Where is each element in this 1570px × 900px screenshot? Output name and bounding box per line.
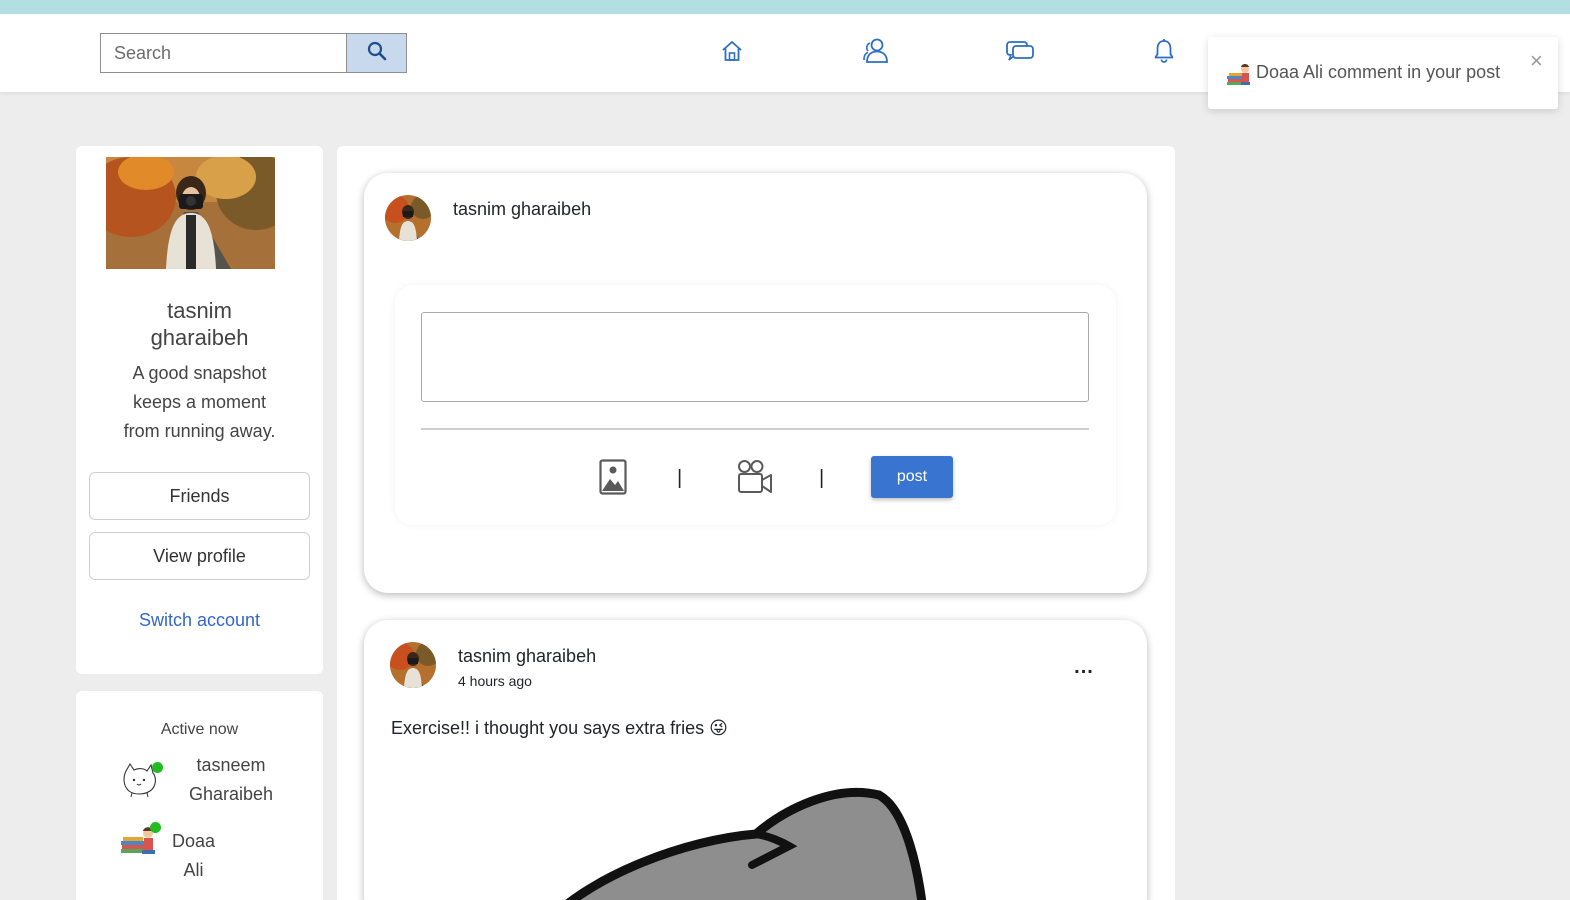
feed-post: tasnim gharaibeh 4 hours ago ... Exercis… — [364, 620, 1147, 900]
post-image[interactable] — [364, 770, 1147, 900]
view-profile-button[interactable]: View profile — [89, 532, 310, 580]
separator: | — [819, 467, 825, 489]
image-icon[interactable] — [599, 459, 627, 500]
top-color-strip — [0, 0, 1570, 14]
post-author-name[interactable]: tasnim gharaibeh — [458, 646, 596, 667]
friends-nav-button[interactable] — [859, 36, 893, 70]
post-composer: | | post — [395, 285, 1116, 525]
online-indicator — [152, 762, 163, 773]
profile-photo — [106, 157, 275, 269]
post-text: Exercise!! i thought you says extra frie… — [391, 718, 728, 738]
home-icon — [719, 38, 745, 69]
post-button[interactable]: post — [871, 456, 953, 498]
search-bar — [100, 33, 407, 73]
messages-nav-button[interactable] — [1003, 36, 1037, 70]
profile-card: tasnim gharaibeh A good snapshot keeps a… — [76, 146, 323, 674]
active-user-name: Doaa Ali — [172, 831, 216, 880]
video-camera-icon[interactable] — [737, 459, 773, 500]
separator: | — [677, 467, 683, 489]
search-button[interactable] — [346, 33, 407, 73]
create-post-card: tasnim gharaibeh | | post — [364, 173, 1147, 593]
post-text-input[interactable] — [421, 312, 1089, 402]
post-options-icon[interactable]: ... — [1064, 652, 1104, 682]
home-nav-button[interactable] — [715, 36, 749, 70]
notification-toast[interactable]: Doaa Ali comment in your post × — [1208, 37, 1558, 109]
profile-bio: A good snapshot keeps a moment from runn… — [123, 363, 276, 441]
friends-button[interactable]: Friends — [89, 472, 310, 520]
post-author-avatar[interactable] — [390, 642, 436, 688]
notification-text: Doaa Ali comment in your post — [1256, 62, 1501, 82]
notifications-nav-button[interactable] — [1147, 36, 1181, 70]
profile-name: tasnim gharaibeh — [150, 298, 249, 350]
author-avatar — [385, 195, 431, 241]
switch-account-link[interactable]: Switch account — [76, 610, 323, 631]
create-post-author: tasnim gharaibeh — [453, 199, 592, 219]
friends-icon — [861, 36, 891, 71]
post-timestamp: 4 hours ago — [458, 673, 532, 689]
composer-divider — [421, 428, 1089, 430]
bell-icon — [1152, 38, 1176, 69]
search-icon — [367, 41, 387, 66]
active-user-name: tasneem Gharaibeh — [188, 755, 274, 804]
active-now-title: Active now — [160, 721, 239, 738]
books-avatar-icon — [1226, 62, 1252, 86]
active-now-card: Active now tasneem Gharaibeh Doaa Ali — [76, 691, 323, 900]
messages-icon — [1005, 38, 1035, 69]
search-input[interactable] — [100, 33, 347, 73]
online-indicator — [150, 822, 161, 833]
close-icon[interactable]: × — [1530, 50, 1543, 72]
